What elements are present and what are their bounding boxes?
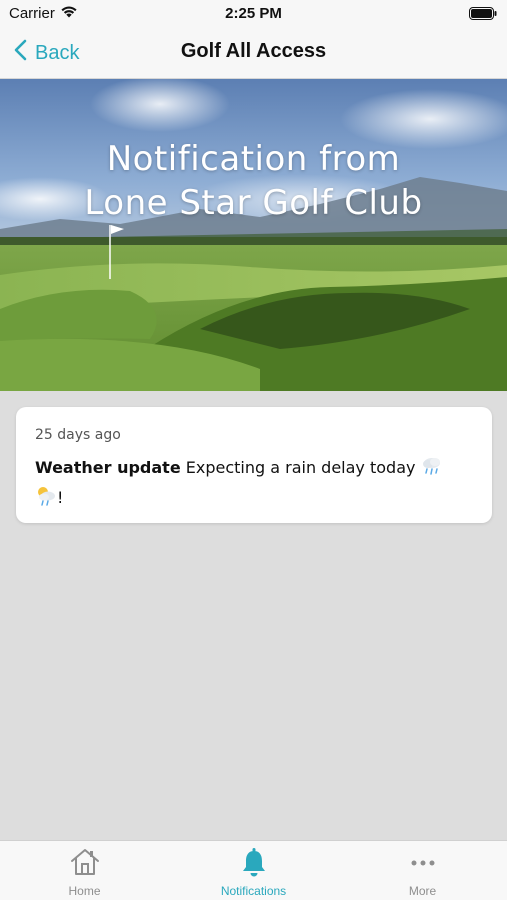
golf-course-image [0,79,507,391]
hero-banner: Notification from Lone Star Golf Club [0,79,507,391]
notification-message: Expecting a rain delay today [180,458,421,477]
notification-body: Weather update Expecting a rain delay to… [35,455,472,515]
tab-more-label: More [408,884,437,898]
notification-heading: Weather update [35,458,181,477]
hero-title: Notification from Lone Star Golf Club [0,137,507,225]
rain-cloud-icon [421,455,443,485]
more-icon [406,847,440,881]
tab-home-label: Home [68,884,101,898]
navigation-bar: Back Golf All Access [0,28,507,79]
hero-title-line1: Notification from [106,139,401,179]
home-icon [68,847,102,881]
status-time: 2:25 PM [225,5,282,22]
tab-home[interactable]: Home [0,841,169,900]
notification-card[interactable]: 25 days ago Weather update Expecting a r… [16,407,492,523]
battery-icon [469,7,497,24]
tab-notifications[interactable]: Notifications [169,841,338,900]
notification-suffix: ! [57,488,64,507]
notification-time: 25 days ago [35,427,121,443]
tab-bar: Home Notifications More [0,840,507,900]
hero-title-line2: Lone Star Golf Club [84,183,423,223]
status-bar: Carrier 2:25 PM [0,0,507,28]
tab-notifications-label: Notifications [220,884,287,898]
bell-icon [237,847,271,881]
sun-rain-cloud-icon [35,485,57,515]
tab-more[interactable]: More [338,841,507,900]
page-title: Golf All Access [180,40,327,62]
